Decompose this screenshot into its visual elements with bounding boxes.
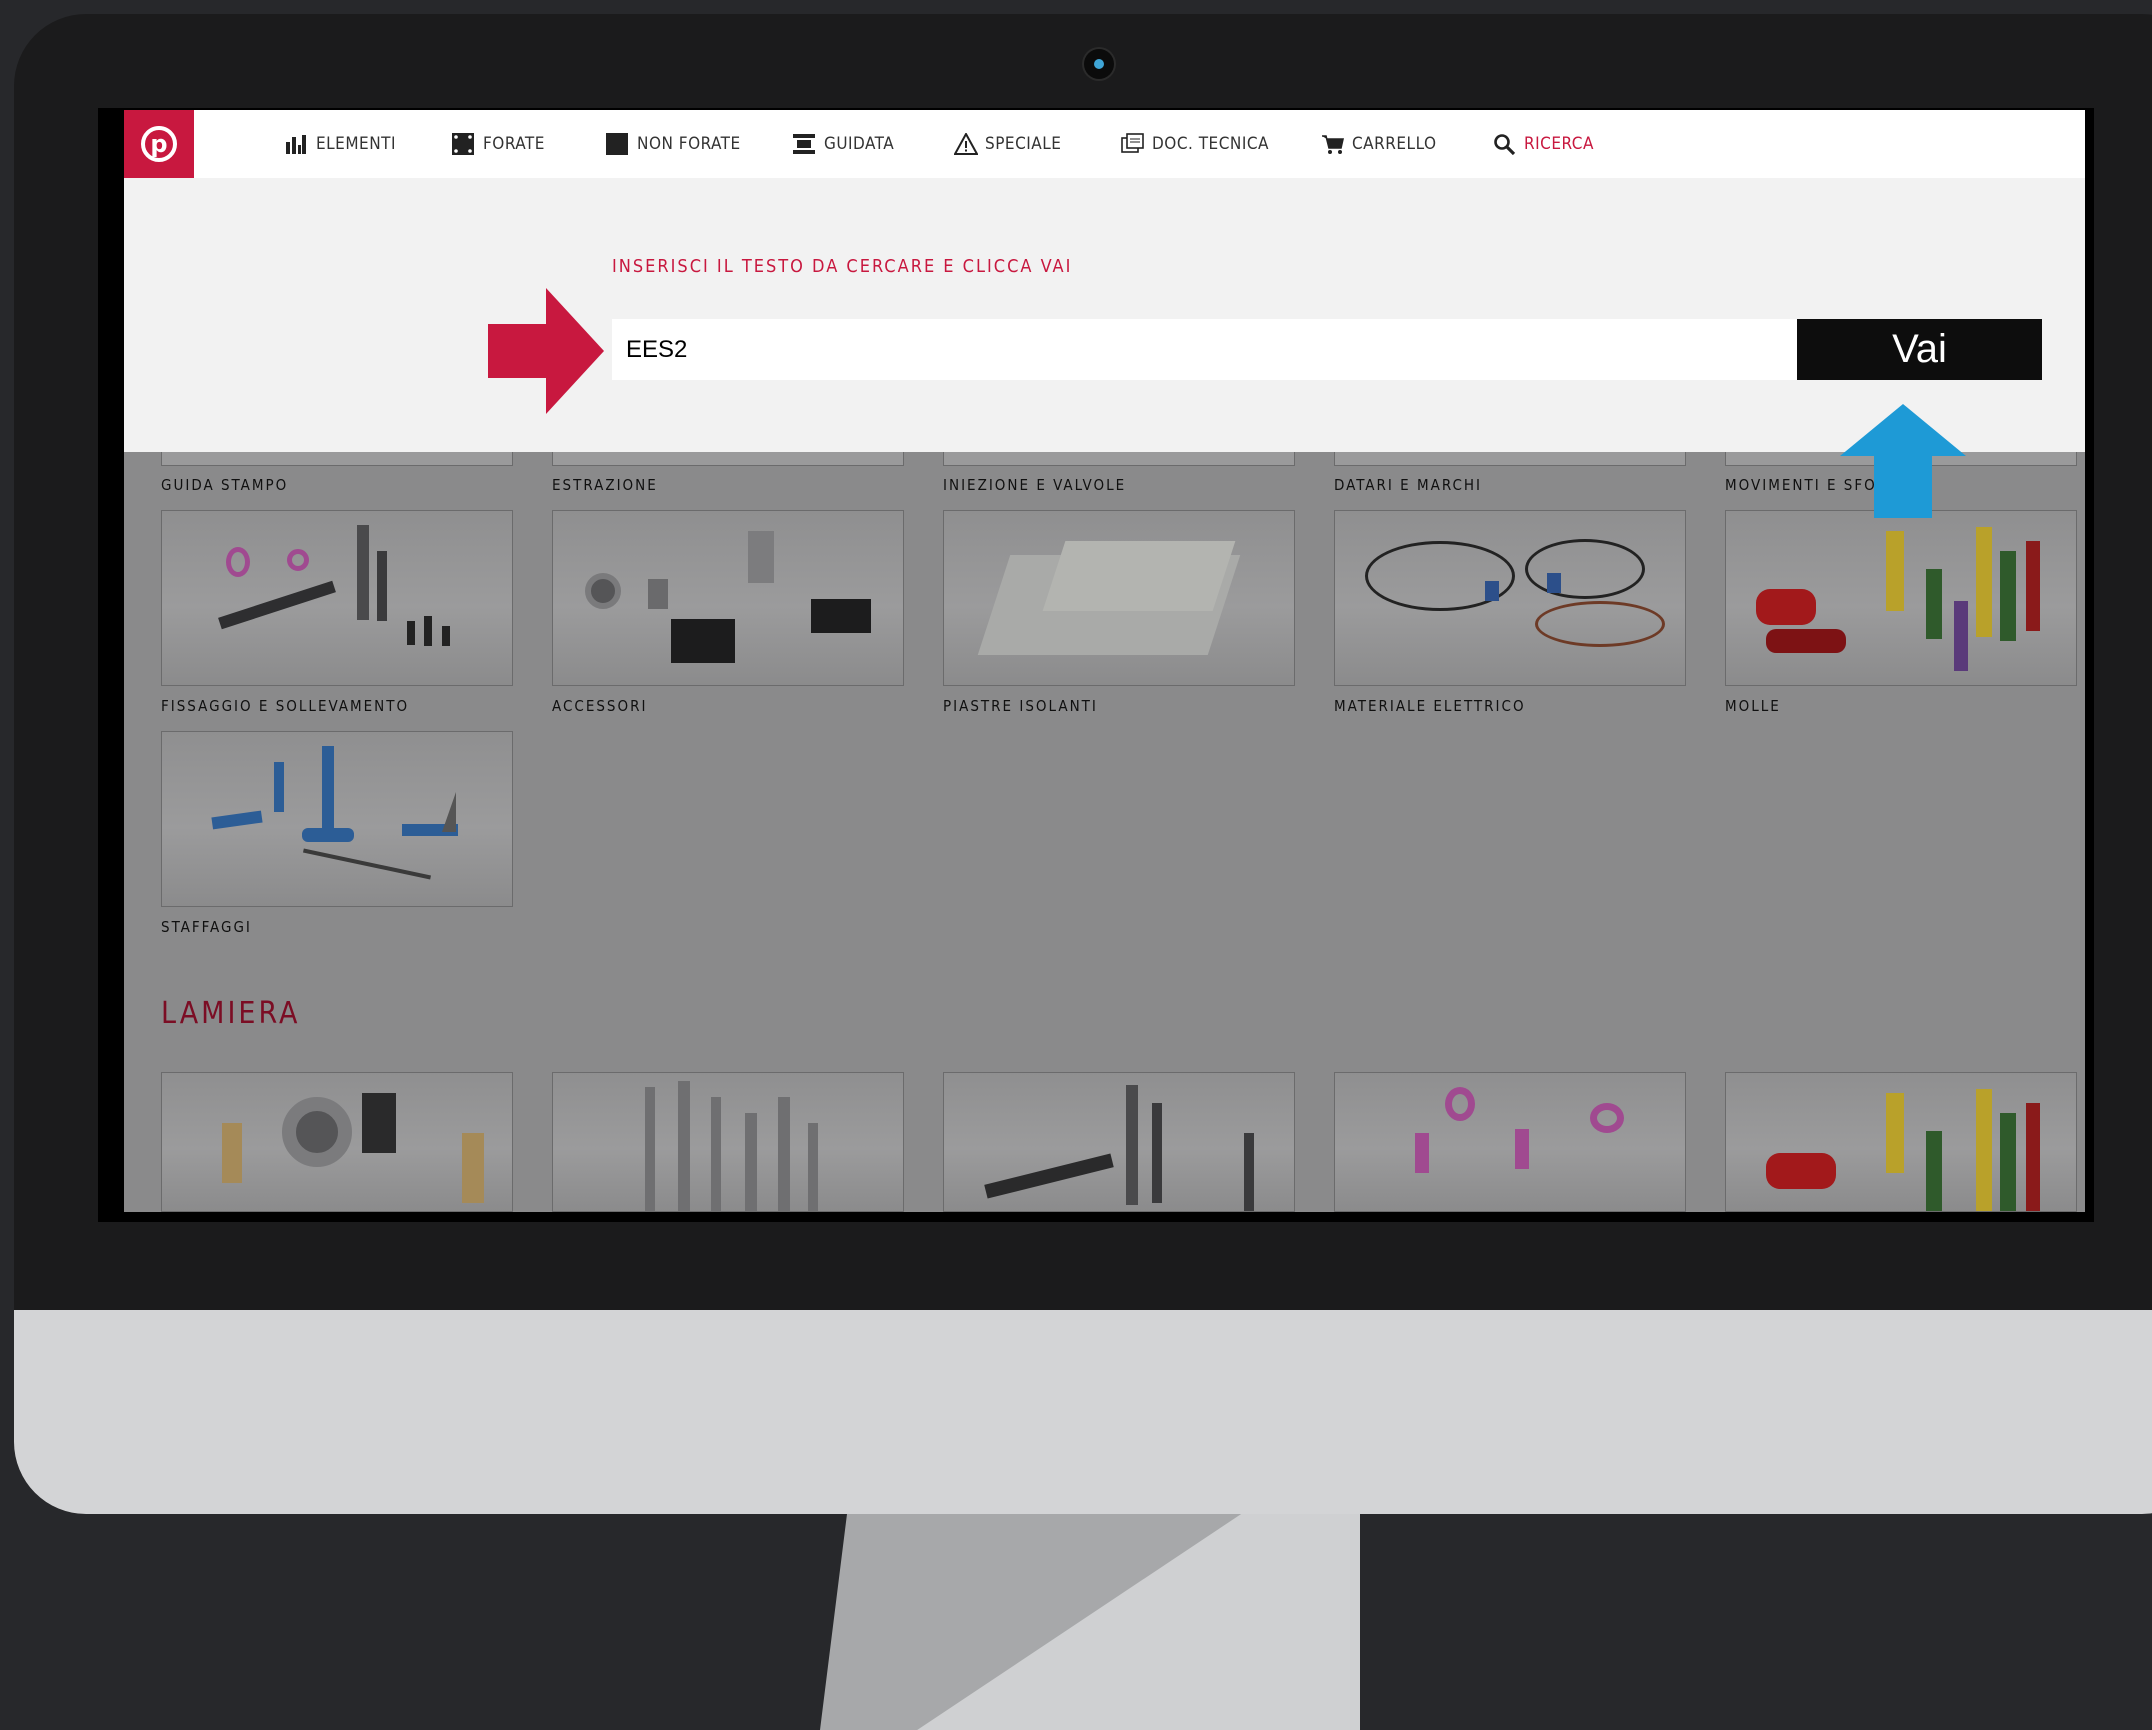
category-image-piastre-isolanti[interactable]: [943, 510, 1295, 686]
category-caption[interactable]: STAFFAGGI: [161, 918, 252, 936]
nav-item-carrello[interactable]: CARRELLO: [1321, 128, 1437, 160]
category-image-molle[interactable]: [1725, 510, 2077, 686]
category-thumb-stub: [943, 452, 1295, 466]
site-logo[interactable]: p: [124, 110, 194, 178]
category-thumb-stub: [1334, 452, 1686, 466]
lamiera-thumb[interactable]: [1725, 1072, 2077, 1212]
nav-label: SPECIALE: [985, 134, 1062, 154]
category-caption[interactable]: FISSAGGIO E SOLLEVAMENTO: [161, 697, 409, 715]
guided-plate-icon: [793, 133, 815, 155]
category-caption[interactable]: MATERIALE ELETTRICO: [1334, 697, 1526, 715]
category-caption[interactable]: DATARI E MARCHI: [1334, 476, 1482, 494]
nav-item-doc-tecnica[interactable]: DOC. TECNICA: [1121, 128, 1269, 160]
category-caption[interactable]: INIEZIONE E VALVOLE: [943, 476, 1126, 494]
documents-icon: [1121, 133, 1144, 155]
cart-icon: [1321, 133, 1344, 155]
nav-item-non-forate[interactable]: NON FORATE: [606, 128, 741, 160]
category-caption[interactable]: ACCESSORI: [552, 697, 647, 715]
category-thumb-stub: [161, 452, 513, 466]
browser-screen: p ELEMENTI FORATE NON FORATE GUIDATA SPE…: [124, 110, 2085, 1212]
lamiera-thumb[interactable]: [161, 1072, 513, 1212]
annotation-up-arrow-icon: [1840, 404, 1966, 518]
annotation-right-arrow-icon: [488, 288, 604, 414]
nav-item-ricerca[interactable]: RICERCA: [1493, 128, 1594, 160]
nav-label: ELEMENTI: [316, 134, 396, 154]
nav-label: GUIDATA: [824, 134, 895, 154]
nav-label: RICERCA: [1524, 134, 1594, 154]
perforated-square-icon: [452, 133, 474, 155]
lamiera-thumb[interactable]: [552, 1072, 904, 1212]
category-caption[interactable]: GUIDA STAMPO: [161, 476, 288, 494]
lamiera-thumb[interactable]: [943, 1072, 1295, 1212]
section-title-lamiera: LAMIERA: [161, 996, 301, 1031]
nav-item-speciale[interactable]: SPECIALE: [953, 128, 1062, 160]
solid-square-icon: [606, 133, 628, 155]
category-image-staffaggi[interactable]: [161, 731, 513, 907]
search-panel: INSERISCI IL TESTO DA CERCARE E CLICCA V…: [124, 178, 2085, 452]
search-icon: [1493, 133, 1516, 156]
nav-label: NON FORATE: [637, 134, 741, 154]
category-caption[interactable]: MOLLE: [1725, 697, 1781, 715]
vai-button[interactable]: Vai: [1797, 319, 2042, 380]
bar-chart-icon: [285, 133, 307, 155]
nav-item-guidata[interactable]: GUIDATA: [793, 128, 894, 160]
nav-item-elementi[interactable]: ELEMENTI: [285, 128, 396, 160]
category-caption[interactable]: PIASTRE ISOLANTI: [943, 697, 1098, 715]
top-navigation: p ELEMENTI FORATE NON FORATE GUIDATA SPE…: [124, 110, 2085, 178]
category-thumb-stub: [552, 452, 904, 466]
search-input[interactable]: EES2: [612, 319, 1798, 380]
category-image-materiale-elettrico[interactable]: [1334, 510, 1686, 686]
nav-item-forate[interactable]: FORATE: [452, 128, 545, 160]
webcam-icon: [1084, 49, 1114, 79]
warning-triangle-icon: [953, 131, 979, 155]
logo-mark: p: [141, 126, 177, 162]
category-caption[interactable]: ESTRAZIONE: [552, 476, 658, 494]
category-grid: GUIDA STAMPO ESTRAZIONE INIEZIONE E VALV…: [124, 452, 2085, 1212]
nav-label: CARRELLO: [1352, 134, 1437, 154]
nav-label: DOC. TECNICA: [1152, 134, 1269, 154]
nav-label: FORATE: [483, 134, 545, 154]
category-image-fissaggio[interactable]: [161, 510, 513, 686]
category-image-accessori[interactable]: [552, 510, 904, 686]
monitor-chin: [14, 1310, 2152, 1514]
search-hint: INSERISCI IL TESTO DA CERCARE E CLICCA V…: [612, 256, 1073, 277]
lamiera-thumb[interactable]: [1334, 1072, 1686, 1212]
